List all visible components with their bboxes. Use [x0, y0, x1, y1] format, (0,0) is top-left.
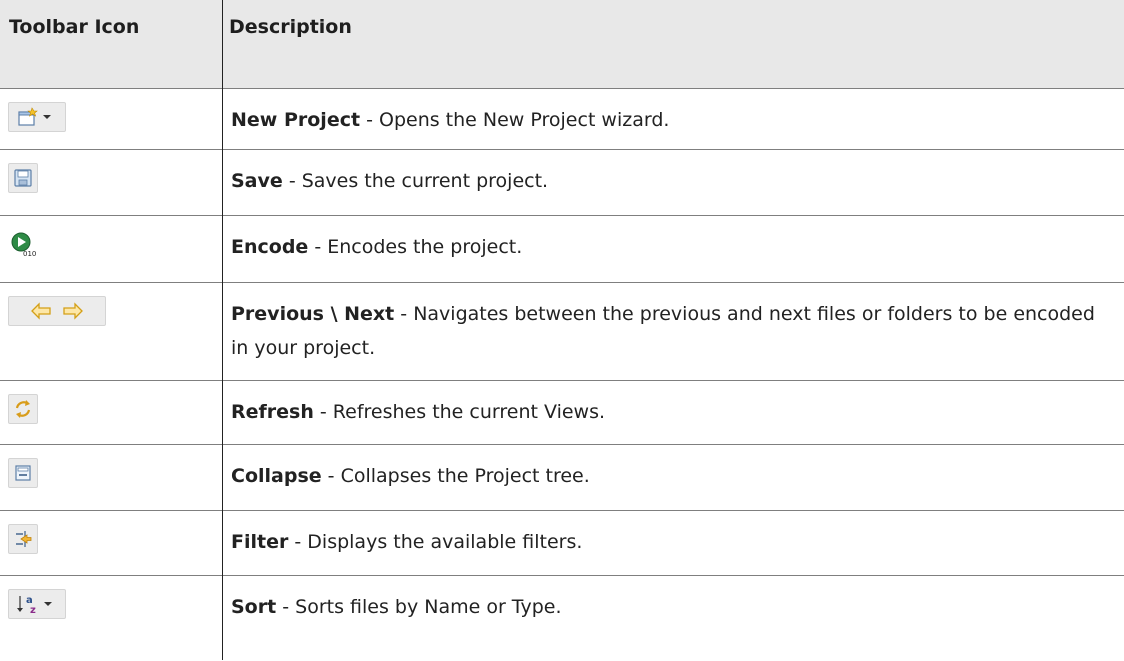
- row-title: Previous \ Next: [231, 303, 395, 325]
- encode-icon: 010: [10, 231, 36, 258]
- table-row: 010 Encode - Encodes the project.: [0, 215, 1124, 283]
- header-description: Description: [222, 0, 1124, 89]
- row-title: Sort: [231, 596, 277, 618]
- row-title: Encode: [231, 236, 309, 258]
- table-row: Previous \ Next - Navigates between the …: [0, 282, 1124, 381]
- refresh-icon: [8, 394, 38, 424]
- chevron-down-icon: [43, 115, 51, 119]
- filter-icon: [8, 524, 38, 554]
- new-project-icon: [8, 102, 66, 132]
- table-row: a z Sort - Sorts files by Name or Type.: [0, 575, 1124, 660]
- row-title: Filter: [231, 531, 289, 553]
- table-row: Refresh - Refreshes the current Views.: [0, 380, 1124, 445]
- table-row: New Project - Opens the New Project wiza…: [0, 88, 1124, 150]
- row-description: - Opens the New Project wizard.: [360, 109, 670, 131]
- sort-icon: a z: [8, 589, 66, 619]
- row-title: Save: [231, 170, 283, 192]
- previous-next-icon: [8, 296, 106, 326]
- arrow-right-icon: [63, 302, 83, 320]
- table-row: Save - Saves the current project.: [0, 149, 1124, 216]
- table-header-row: Toolbar Icon Description: [0, 0, 1124, 89]
- toolbar-icon-table: Toolbar Icon Description New Project - O…: [0, 0, 1124, 660]
- row-description: - Sorts files by Name or Type.: [276, 596, 562, 618]
- arrow-left-icon: [31, 302, 51, 320]
- row-description: - Refreshes the current Views.: [313, 401, 606, 423]
- row-description: - Displays the available filters.: [288, 531, 583, 553]
- save-icon: [8, 163, 38, 193]
- svg-text:z: z: [30, 605, 36, 615]
- header-toolbar-icon: Toolbar Icon: [0, 0, 223, 89]
- collapse-icon: [8, 458, 38, 488]
- row-title: Collapse: [231, 465, 322, 487]
- table-row: Collapse - Collapses the Project tree.: [0, 444, 1124, 511]
- row-title: Refresh: [231, 401, 314, 423]
- row-title: New Project: [231, 109, 361, 131]
- svg-text:010: 010: [23, 250, 36, 257]
- row-description: - Encodes the project.: [308, 236, 523, 258]
- table-row: Filter - Displays the available filters.: [0, 510, 1124, 576]
- chevron-down-icon: [44, 602, 52, 606]
- row-description: - Saves the current project.: [282, 170, 549, 192]
- row-description: - Collapses the Project tree.: [321, 465, 590, 487]
